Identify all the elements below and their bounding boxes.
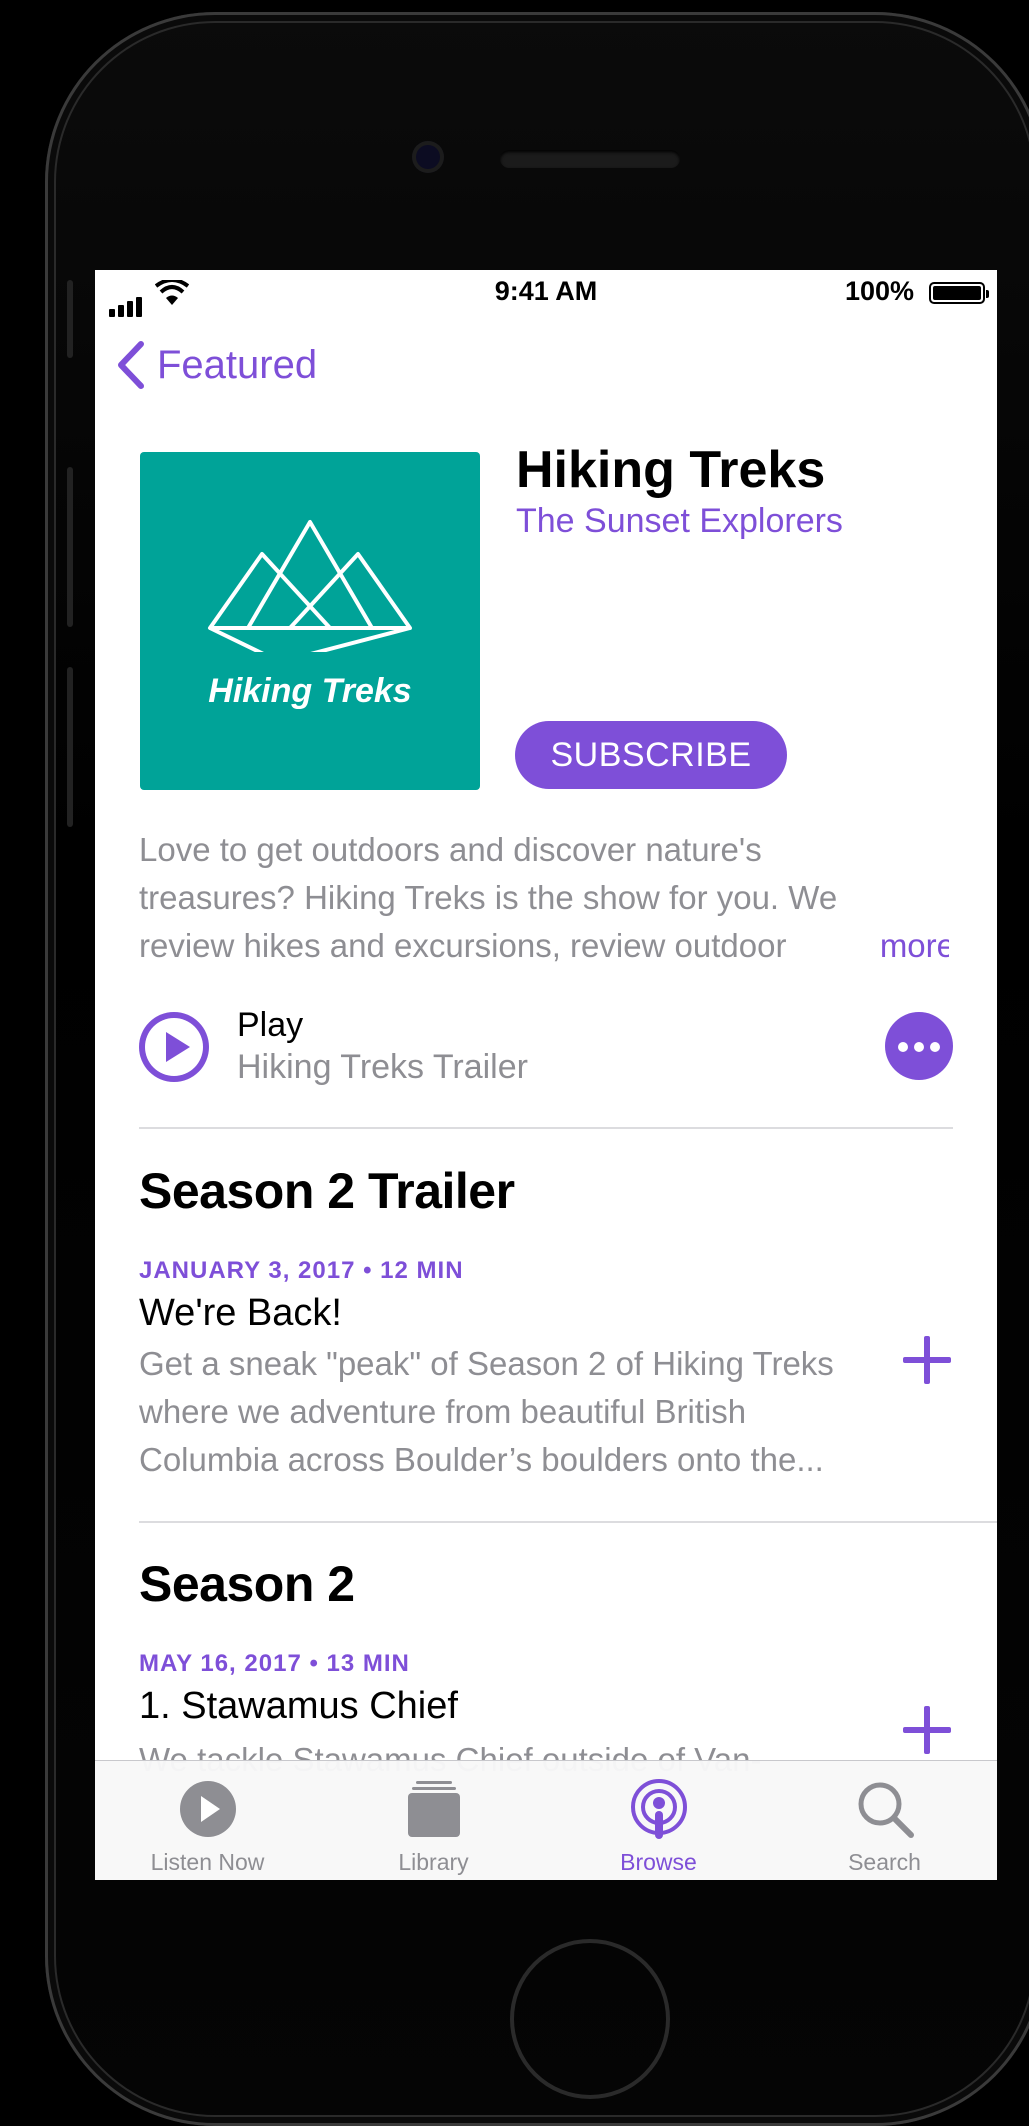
- episode-meta: JANUARY 3, 2017 • 12 MIN: [139, 1257, 464, 1284]
- mountains-logo-icon: [208, 520, 412, 652]
- play-trailer-row[interactable]: Play Hiking Treks Trailer: [139, 1006, 953, 1090]
- subscribe-button[interactable]: SUBSCRIBE: [515, 721, 787, 789]
- episode-title[interactable]: We're Back!: [139, 1292, 342, 1335]
- section-title: Season 2: [139, 1556, 355, 1612]
- podcast-author-link[interactable]: The Sunset Explorers: [516, 502, 843, 541]
- tab-label: Browse: [620, 1849, 697, 1875]
- app-screen: 9:41 AM 100% Featured Hiking Treks Hikin…: [95, 270, 997, 1880]
- tab-browse[interactable]: Browse: [546, 1761, 771, 1880]
- episode-meta: MAY 16, 2017 • 13 MIN: [139, 1650, 410, 1677]
- description-line: treasures? Hiking Treks is the show for …: [139, 879, 838, 916]
- play-circle-icon: [179, 1781, 236, 1837]
- divider: [139, 1521, 997, 1523]
- episode-description-line: Get a sneak "peak" of Season 2 of Hiking…: [139, 1345, 834, 1382]
- podcast-title: Hiking Treks: [516, 441, 826, 499]
- earpiece-speaker: [500, 150, 680, 168]
- library-stack-icon: [407, 1781, 460, 1837]
- tab-listen-now[interactable]: Listen Now: [95, 1761, 320, 1880]
- divider: [139, 1127, 953, 1129]
- episode-description-line: Columbia across Boulder’s boulders onto …: [139, 1441, 824, 1478]
- tab-search[interactable]: Search: [772, 1761, 997, 1880]
- ellipsis-dot-icon: [914, 1042, 924, 1052]
- volume-down-button: [67, 667, 73, 827]
- search-icon: [858, 1782, 914, 1838]
- front-camera: [412, 141, 444, 173]
- play-episode-name: Hiking Treks Trailer: [237, 1048, 528, 1086]
- tab-bar: Listen Now Library Browse Search: [95, 1760, 997, 1880]
- more-options-button[interactable]: [885, 1012, 953, 1080]
- mute-switch: [67, 280, 73, 358]
- back-button[interactable]: Featured: [111, 340, 317, 390]
- home-button[interactable]: [510, 1939, 670, 2099]
- description-line: Love to get outdoors and discover nature…: [139, 831, 762, 868]
- volume-up-button: [67, 467, 73, 627]
- tab-label: Listen Now: [150, 1849, 265, 1875]
- podcast-icon: [630, 1779, 687, 1839]
- episode-title[interactable]: 1. Stawamus Chief: [139, 1685, 458, 1728]
- more-link[interactable]: more: [837, 922, 949, 970]
- ellipsis-dot-icon: [930, 1042, 940, 1052]
- chevron-left-icon: [118, 341, 144, 389]
- add-episode-plus-icon[interactable]: [903, 1706, 951, 1754]
- play-icon: [145, 1018, 203, 1076]
- back-label: Featured: [157, 342, 318, 387]
- play-label: Play: [237, 1006, 304, 1044]
- tab-label: Library: [398, 1849, 469, 1875]
- status-bar: 9:41 AM 100%: [95, 270, 997, 317]
- ellipsis-dot-icon: [898, 1042, 908, 1052]
- episode-description-line: where we adventure from beautiful Britis…: [139, 1393, 747, 1430]
- podcast-description: Love to get outdoors and discover nature…: [139, 826, 949, 970]
- tab-label: Search: [848, 1849, 921, 1875]
- add-episode-plus-icon[interactable]: [903, 1336, 951, 1384]
- episode-description: Get a sneak "peak" of Season 2 of Hiking…: [139, 1340, 879, 1484]
- podcast-artwork[interactable]: Hiking Treks: [140, 452, 480, 790]
- section-title: Season 2 Trailer: [139, 1163, 515, 1219]
- play-button[interactable]: [139, 1012, 209, 1082]
- battery-percentage: 100%: [844, 276, 914, 306]
- description-line: review hikes and excursions, review outd…: [139, 927, 787, 964]
- artwork-title: Hiking Treks: [208, 672, 412, 710]
- tab-library[interactable]: Library: [321, 1761, 546, 1880]
- battery-icon: [929, 282, 989, 304]
